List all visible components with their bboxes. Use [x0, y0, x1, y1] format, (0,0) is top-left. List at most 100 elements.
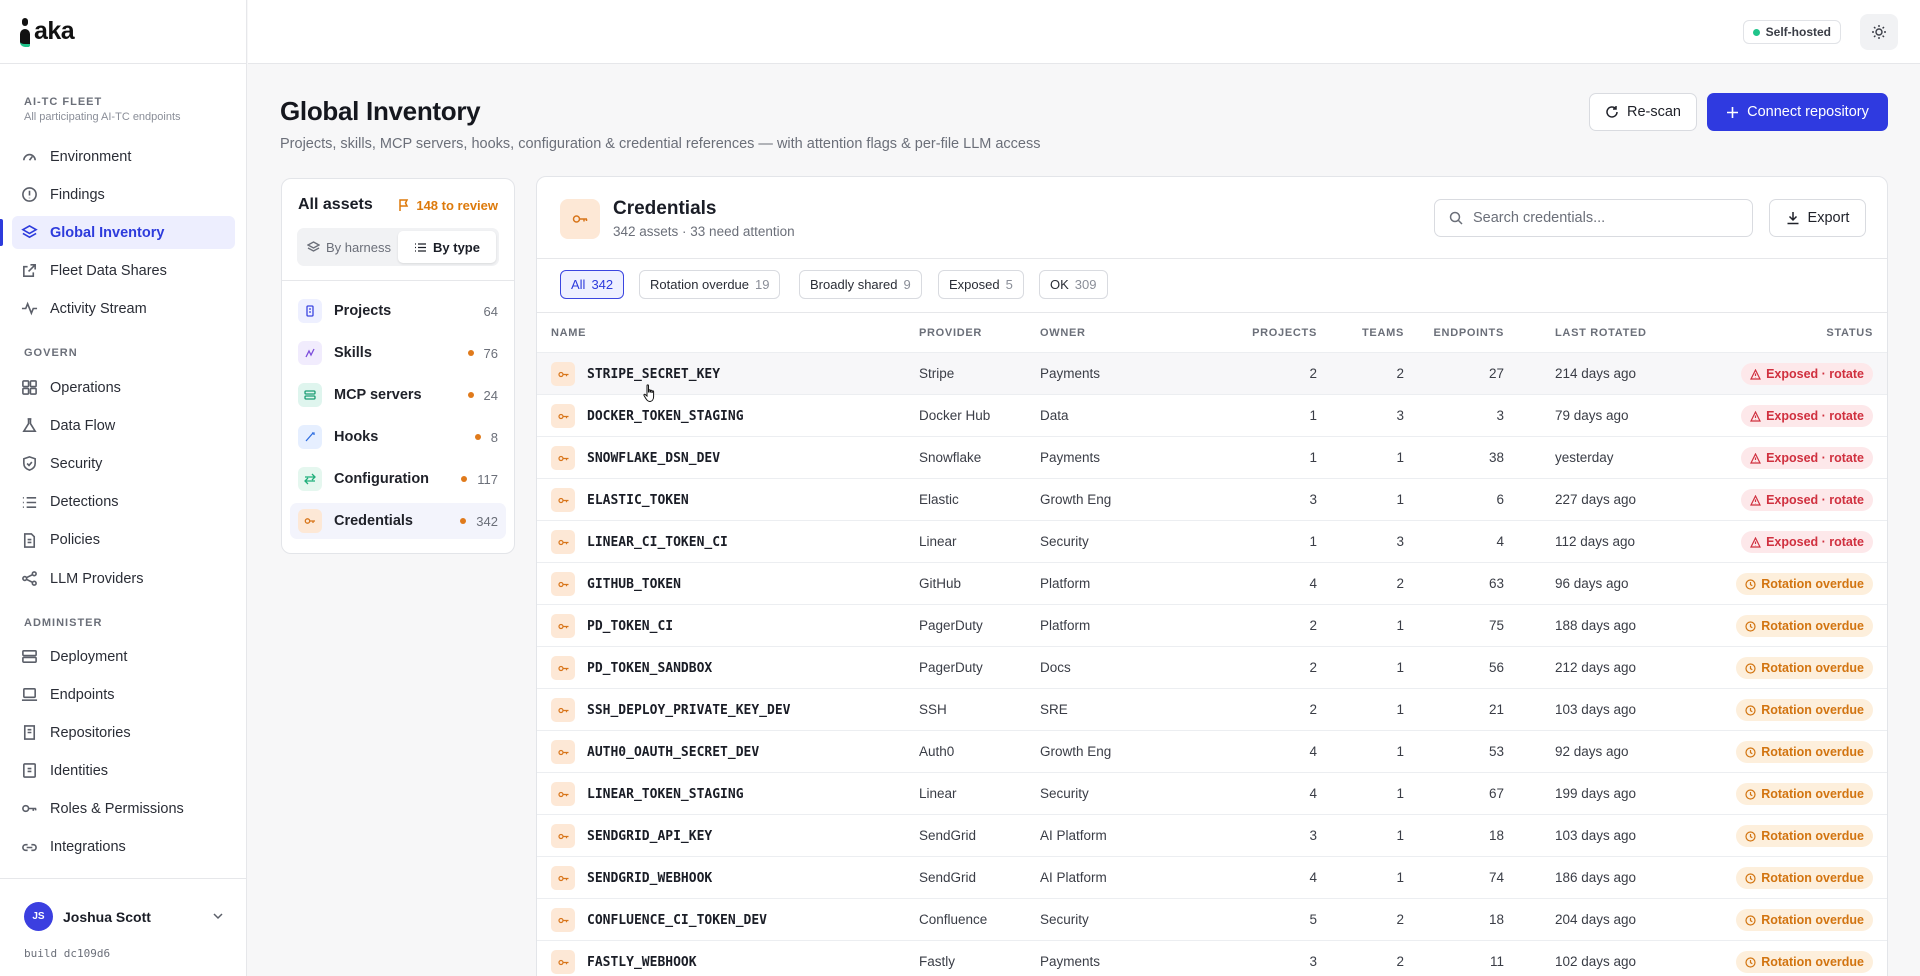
credential-name[interactable]: DOCKER_TOKEN_STAGING [587, 409, 744, 424]
sidebar-item-llm-providers[interactable]: LLM Providers [12, 562, 235, 595]
sidebar-item-activity-stream[interactable]: Activity Stream [12, 292, 235, 325]
credential-name[interactable]: CONFLUENCE_CI_TOKEN_DEV [587, 913, 767, 928]
self-hosted-label: Self-hosted [1765, 25, 1831, 39]
table-row[interactable]: FASTLY_WEBHOOK Fastly Payments 3 2 11 102 days… [537, 940, 1887, 976]
connect-repository-button[interactable]: Connect repository [1707, 93, 1888, 131]
asset-type-credentials[interactable]: Credentials 342 [290, 503, 506, 539]
sidebar-item-policies[interactable]: Policies [12, 524, 235, 557]
filter-ok[interactable]: OK 309 [1039, 270, 1108, 299]
col-endpoints[interactable]: ENDPOINTS [1404, 327, 1504, 339]
credentials-title: Credentials [613, 198, 717, 219]
sidebar-item-global-inventory[interactable]: Global Inventory [0, 216, 235, 249]
filter-rotation-overdue[interactable]: Rotation overdue 19 [639, 270, 781, 299]
credential-name[interactable]: LINEAR_CI_TOKEN_CI [587, 535, 728, 550]
credential-name[interactable]: SSH_DEPLOY_PRIVATE_KEY_DEV [587, 703, 791, 718]
credential-name[interactable]: GITHUB_TOKEN [587, 577, 681, 592]
sidebar-item-environment[interactable]: Environment [12, 140, 235, 173]
key-icon [298, 509, 322, 533]
credential-name[interactable]: ELASTIC_TOKEN [587, 493, 689, 508]
table-row[interactable]: ELASTIC_TOKEN Elastic Growth Eng 3 1 6 227 day… [537, 478, 1887, 520]
asset-count: 76 [483, 345, 498, 361]
credential-name[interactable]: FASTLY_WEBHOOK [587, 955, 697, 970]
teams-count: 1 [1396, 450, 1404, 465]
sidebar-item-label: Environment [50, 148, 132, 165]
sidebar-item-security[interactable]: Security [12, 447, 235, 480]
key-icon [551, 950, 575, 974]
credential-name[interactable]: AUTH0_OAUTH_SECRET_DEV [587, 745, 759, 760]
filter-exposed[interactable]: Exposed 5 [938, 270, 1024, 299]
endpoints-count: 56 [1488, 660, 1504, 675]
col-projects[interactable]: PROJECTS [1217, 327, 1317, 339]
by-harness-tab[interactable]: By harness [300, 231, 398, 263]
col-name[interactable]: NAME [551, 327, 586, 339]
table-row[interactable]: PD_TOKEN_SANDBOX PagerDuty Docs 2 1 56 212 day… [537, 646, 1887, 688]
sidebar-item-label: Global Inventory [50, 224, 165, 241]
filter-all[interactable]: All 342 [560, 270, 625, 299]
credential-name[interactable]: LINEAR_TOKEN_STAGING [587, 787, 744, 802]
sidebar-item-detections[interactable]: Detections [12, 486, 235, 519]
col-owner[interactable]: OWNER [1040, 327, 1086, 339]
table-row[interactable]: PD_TOKEN_CI PagerDuty Platform 2 1 75 188 days… [537, 604, 1887, 646]
export-button[interactable]: Export [1769, 199, 1866, 237]
logo[interactable]: aka [0, 0, 246, 64]
sidebar-item-data-flow[interactable]: Data Flow [12, 409, 235, 442]
credential-name[interactable]: PD_TOKEN_SANDBOX [587, 661, 712, 676]
rescan-button[interactable]: Re-scan [1589, 93, 1697, 131]
teams-count: 2 [1396, 366, 1404, 381]
table-row[interactable]: SENDGRID_API_KEY SendGrid AI Platform 3 1 18 1… [537, 814, 1887, 856]
clock-icon [1745, 788, 1756, 800]
table-row[interactable]: STRIPE_SECRET_KEY Stripe Payments 2 2 27 214 d… [537, 352, 1887, 394]
user-menu[interactable]: JS Joshua Scott [24, 902, 224, 931]
sidebar-item-repositories[interactable]: Repositories [12, 716, 235, 749]
filter-broadly-shared[interactable]: Broadly shared 9 [799, 270, 922, 299]
table-row[interactable]: CONFLUENCE_CI_TOKEN_DEV Confluence Securit… [537, 898, 1887, 940]
asset-type-mcp-servers[interactable]: MCP servers 24 [290, 377, 506, 413]
credential-name[interactable]: SNOWFLAKE_DSN_DEV [587, 451, 720, 466]
asset-type-hooks[interactable]: Hooks 8 [290, 419, 506, 455]
endpoints-count: 6 [1496, 492, 1504, 507]
sidebar-item-findings[interactable]: Findings [12, 178, 235, 211]
sidebar-item-operations[interactable]: Operations [12, 371, 235, 404]
mouse-cursor-icon [643, 384, 655, 402]
sidebar-item-fleet-data-shares[interactable]: Fleet Data Shares [12, 254, 235, 287]
col-status[interactable]: STATUS [1737, 327, 1873, 339]
table-row[interactable]: LINEAR_CI_TOKEN_CI Linear Security 1 3 4 112 d… [537, 520, 1887, 562]
endpoints-count: 67 [1488, 786, 1504, 801]
table-row[interactable]: SENDGRID_WEBHOOK SendGrid AI Platform 4 1 74 1… [537, 856, 1887, 898]
credential-name[interactable]: SENDGRID_WEBHOOK [587, 871, 712, 886]
table-row[interactable]: LINEAR_TOKEN_STAGING Linear Security 4 1 67 19… [537, 772, 1887, 814]
table-row[interactable]: DOCKER_TOKEN_STAGING Docker Hub Data 1 3 3 79 … [537, 394, 1887, 436]
table-row[interactable]: SSH_DEPLOY_PRIVATE_KEY_DEV SSH SRE 2 1 21 103 … [537, 688, 1887, 730]
endpoints-count: 3 [1496, 408, 1504, 423]
theme-toggle-button[interactable] [1860, 14, 1898, 50]
sidebar-item-integrations[interactable]: Integrations [12, 831, 235, 864]
sidebar-item-roles-permissions[interactable]: Roles & Permissions [12, 792, 235, 825]
sidebar-item-endpoints[interactable]: Endpoints [12, 678, 235, 711]
projects-count: 1 [1309, 450, 1317, 465]
credential-name[interactable]: STRIPE_SECRET_KEY [587, 367, 720, 382]
col-last-rotated[interactable]: LAST ROTATED [1555, 327, 1647, 339]
sidebar-item-identities[interactable]: Identities [12, 754, 235, 787]
by-type-tab[interactable]: By type [398, 231, 496, 263]
refresh-icon [1606, 106, 1618, 118]
asset-type-label: Hooks [334, 429, 379, 445]
table-row[interactable]: AUTH0_OAUTH_SECRET_DEV Auth0 Growth Eng 4 1 5… [537, 730, 1887, 772]
col-provider[interactable]: PROVIDER [919, 327, 982, 339]
provider: Linear [919, 786, 957, 801]
col-teams[interactable]: TEAMS [1317, 327, 1404, 339]
search-credentials-input[interactable]: Search credentials... [1434, 199, 1753, 237]
review-link[interactable]: 148 to review [398, 198, 498, 213]
projects-count: 3 [1309, 492, 1317, 507]
table-row[interactable]: GITHUB_TOKEN GitHub Platform 4 2 63 96 days ag… [537, 562, 1887, 604]
asset-type-skills[interactable]: Skills 76 [290, 335, 506, 371]
clock-icon [1745, 704, 1756, 716]
credential-name[interactable]: SENDGRID_API_KEY [587, 829, 712, 844]
projects-count: 2 [1309, 618, 1317, 633]
sidebar-item-label: Fleet Data Shares [50, 262, 167, 279]
table-row[interactable]: SNOWFLAKE_DSN_DEV Snowflake Payments 1 1 38 ye… [537, 436, 1887, 478]
endpoints-count: 18 [1488, 828, 1504, 843]
asset-type-projects[interactable]: Projects 64 [290, 293, 506, 329]
credential-name[interactable]: PD_TOKEN_CI [587, 619, 673, 634]
sidebar-item-deployment[interactable]: Deployment [12, 640, 235, 673]
asset-type-configuration[interactable]: Configuration 117 [290, 461, 506, 497]
